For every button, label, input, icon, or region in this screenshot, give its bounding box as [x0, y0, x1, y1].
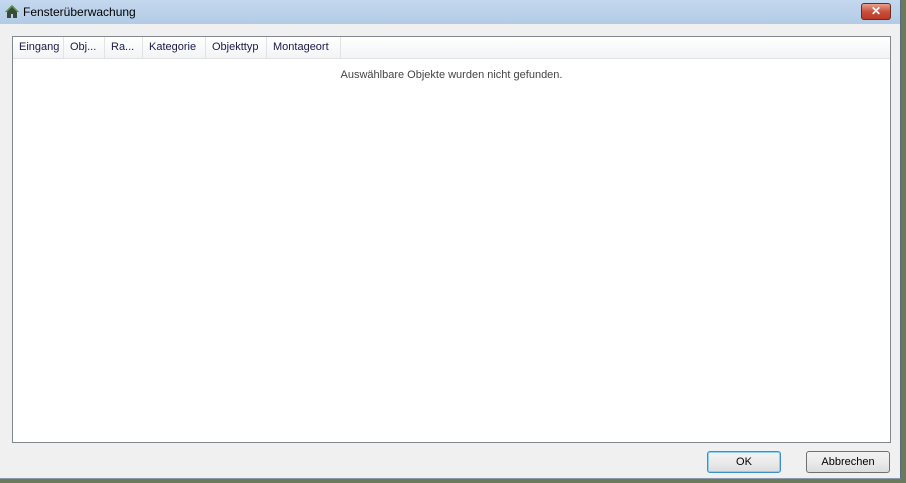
column-objekt[interactable]: Obj...: [64, 37, 105, 59]
column-montageort[interactable]: Montageort: [267, 37, 341, 59]
dialog-window: Fensterüberwachung ✕ Eingang Obj... Ra..…: [0, 0, 901, 479]
home-icon: [5, 5, 19, 18]
cancel-button[interactable]: Abbrechen: [806, 451, 890, 473]
column-raum[interactable]: Ra...: [105, 37, 143, 59]
column-kategorie[interactable]: Kategorie: [143, 37, 206, 59]
ok-button[interactable]: OK: [707, 451, 781, 473]
close-button[interactable]: ✕: [861, 3, 891, 20]
column-objekttyp[interactable]: Objekttyp: [206, 37, 267, 59]
objects-list[interactable]: Eingang Obj... Ra... Kategorie Objekttyp…: [12, 36, 891, 443]
title-bar: Fensterüberwachung ✕: [0, 0, 900, 24]
list-header: Eingang Obj... Ra... Kategorie Objekttyp…: [13, 37, 890, 59]
empty-message: Auswählbare Objekte wurden nicht gefunde…: [340, 69, 563, 81]
window-title: Fensterüberwachung: [23, 5, 136, 19]
column-eingang[interactable]: Eingang: [13, 37, 64, 59]
